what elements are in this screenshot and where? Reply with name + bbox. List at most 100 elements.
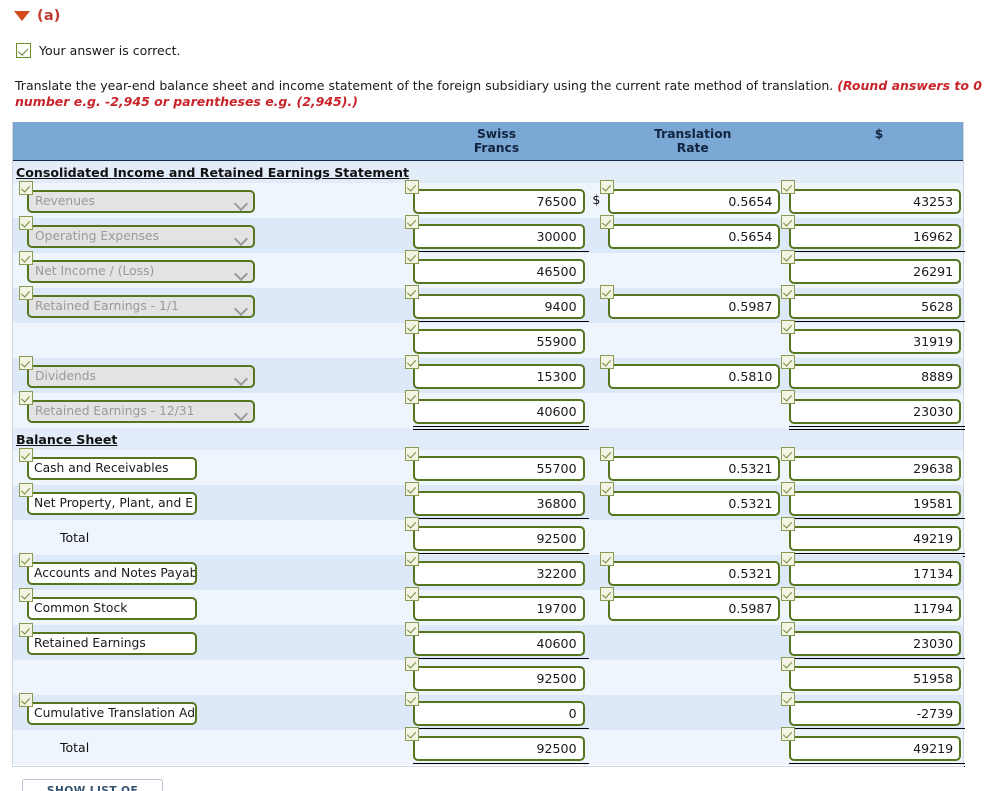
dollars-input[interactable]: 31919 bbox=[789, 329, 962, 354]
account-text-input[interactable]: Accounts and Notes Payab bbox=[27, 562, 197, 585]
dollars-field[interactable]: 16962 bbox=[781, 215, 962, 249]
swiss-francs-field[interactable]: 92500 bbox=[404, 517, 585, 551]
dollars-input[interactable]: 5628 bbox=[789, 294, 962, 319]
account-select[interactable]: Operating Expenses bbox=[27, 225, 255, 248]
swiss-francs-field[interactable]: 40600 bbox=[404, 390, 585, 424]
swiss-francs-input[interactable]: 40600 bbox=[412, 399, 585, 424]
swiss-francs-field[interactable]: 30000 bbox=[404, 215, 585, 249]
dollars-field[interactable]: 51958 bbox=[781, 657, 962, 691]
swiss-francs-input[interactable]: 9400 bbox=[412, 294, 585, 319]
dollars-field[interactable]: -2739 bbox=[781, 692, 962, 726]
swiss-francs-input[interactable]: 40600 bbox=[412, 631, 585, 656]
translation-rate-input[interactable]: 0.5321 bbox=[608, 491, 781, 516]
account-select[interactable]: Dividends bbox=[27, 365, 255, 388]
translation-rate-field[interactable]: 0.5987 bbox=[600, 285, 781, 319]
translation-rate-input[interactable]: 0.5654 bbox=[608, 189, 781, 214]
dollars-input[interactable]: 51958 bbox=[789, 666, 962, 691]
account-text-field[interactable]: Retained Earnings bbox=[19, 623, 197, 655]
dollars-field[interactable]: 23030 bbox=[781, 390, 962, 424]
swiss-francs-field[interactable]: 55900 bbox=[404, 320, 585, 354]
swiss-francs-input[interactable]: 76500 bbox=[412, 189, 585, 214]
dollars-field[interactable]: 29638 bbox=[781, 447, 962, 481]
show-list-of-accounts-button[interactable]: SHOW LIST OF ACCOUNTS bbox=[22, 779, 163, 791]
swiss-francs-field[interactable]: 36800 bbox=[404, 482, 585, 516]
account-text-input[interactable]: Cumulative Translation Ad bbox=[27, 702, 197, 725]
translation-rate-field[interactable]: 0.5321 bbox=[600, 552, 781, 586]
swiss-francs-field[interactable]: 15300 bbox=[404, 355, 585, 389]
swiss-francs-field[interactable]: 0 bbox=[404, 692, 585, 726]
dollars-input[interactable]: 49219 bbox=[789, 736, 962, 761]
account-text-input[interactable]: Common Stock bbox=[27, 597, 197, 620]
swiss-francs-field[interactable]: 32200 bbox=[404, 552, 585, 586]
dollars-field[interactable]: 19581 bbox=[781, 482, 962, 516]
swiss-francs-input[interactable]: 19700 bbox=[412, 596, 585, 621]
dollars-field[interactable]: 23030 bbox=[781, 622, 962, 656]
swiss-francs-input[interactable]: 36800 bbox=[412, 491, 585, 516]
dollars-input[interactable]: 26291 bbox=[789, 259, 962, 284]
dollars-input[interactable]: 11794 bbox=[789, 596, 962, 621]
account-select-field[interactable]: Retained Earnings - 12/31 bbox=[19, 391, 255, 423]
translation-rate-input[interactable]: 0.5321 bbox=[608, 456, 781, 481]
swiss-francs-input[interactable]: 15300 bbox=[412, 364, 585, 389]
translation-rate-field[interactable]: 0.5321 bbox=[600, 447, 781, 481]
account-text-field[interactable]: Common Stock bbox=[19, 588, 197, 620]
account-text-field[interactable]: Cumulative Translation Ad bbox=[19, 693, 197, 725]
account-text-field[interactable]: Accounts and Notes Payab bbox=[19, 553, 197, 585]
swiss-francs-input[interactable]: 32200 bbox=[412, 561, 585, 586]
swiss-francs-field[interactable]: 76500 bbox=[404, 180, 585, 214]
account-select-field[interactable]: Dividends bbox=[19, 356, 255, 388]
dollars-field[interactable]: 17134 bbox=[781, 552, 962, 586]
swiss-francs-input[interactable]: 0 bbox=[412, 701, 585, 726]
swiss-francs-field[interactable]: 55700 bbox=[404, 447, 585, 481]
account-select-field[interactable]: Revenues bbox=[19, 181, 255, 213]
swiss-francs-input[interactable]: 92500 bbox=[412, 736, 585, 761]
dollars-input[interactable]: 23030 bbox=[789, 631, 962, 656]
account-select-field[interactable]: Operating Expenses bbox=[19, 216, 255, 248]
translation-rate-input[interactable]: 0.5987 bbox=[608, 596, 781, 621]
account-text-field[interactable]: Net Property, Plant, and E bbox=[19, 483, 197, 515]
dollars-field[interactable]: 49219 bbox=[781, 727, 962, 761]
account-text-input[interactable]: Cash and Receivables bbox=[27, 457, 197, 480]
swiss-francs-input[interactable]: 30000 bbox=[412, 224, 585, 249]
account-select[interactable]: Retained Earnings - 1/1 bbox=[27, 295, 255, 318]
account-select-field[interactable]: Net Income / (Loss) bbox=[19, 251, 255, 283]
dollars-field[interactable]: 8889 bbox=[781, 355, 962, 389]
dollars-field[interactable]: 31919 bbox=[781, 320, 962, 354]
dollars-field[interactable]: 26291 bbox=[781, 250, 962, 284]
swiss-francs-field[interactable]: 92500 bbox=[404, 657, 585, 691]
account-select[interactable]: Retained Earnings - 12/31 bbox=[27, 400, 255, 423]
swiss-francs-field[interactable]: 46500 bbox=[404, 250, 585, 284]
dollars-field[interactable]: 11794 bbox=[781, 587, 962, 621]
translation-rate-field[interactable]: 0.5654 bbox=[600, 180, 781, 214]
translation-rate-input[interactable]: 0.5987 bbox=[608, 294, 781, 319]
swiss-francs-field[interactable]: 19700 bbox=[404, 587, 585, 621]
account-select-field[interactable]: Retained Earnings - 1/1 bbox=[19, 286, 255, 318]
dollars-input[interactable]: 19581 bbox=[789, 491, 962, 516]
dollars-input[interactable]: -2739 bbox=[789, 701, 962, 726]
translation-rate-field[interactable]: 0.5321 bbox=[600, 482, 781, 516]
dollars-field[interactable]: 43253 bbox=[781, 180, 962, 214]
translation-rate-field[interactable]: 0.5987 bbox=[600, 587, 781, 621]
dollars-input[interactable]: 49219 bbox=[789, 526, 962, 551]
swiss-francs-input[interactable]: 46500 bbox=[412, 259, 585, 284]
swiss-francs-input[interactable]: 55900 bbox=[412, 329, 585, 354]
dollars-input[interactable]: 8889 bbox=[789, 364, 962, 389]
swiss-francs-input[interactable]: 92500 bbox=[412, 526, 585, 551]
translation-rate-field[interactable]: 0.5654 bbox=[600, 215, 781, 249]
translation-rate-field[interactable]: 0.5810 bbox=[600, 355, 781, 389]
swiss-francs-input[interactable]: 92500 bbox=[412, 666, 585, 691]
account-text-field[interactable]: Cash and Receivables bbox=[19, 448, 197, 480]
dollars-input[interactable]: 29638 bbox=[789, 456, 962, 481]
account-text-input[interactable]: Retained Earnings bbox=[27, 632, 197, 655]
dollars-input[interactable]: 23030 bbox=[789, 399, 962, 424]
account-text-input[interactable]: Net Property, Plant, and E bbox=[27, 492, 197, 515]
dollars-input[interactable]: 17134 bbox=[789, 561, 962, 586]
dollars-field[interactable]: 5628 bbox=[781, 285, 962, 319]
translation-rate-input[interactable]: 0.5321 bbox=[608, 561, 781, 586]
swiss-francs-field[interactable]: 40600 bbox=[404, 622, 585, 656]
dollars-field[interactable]: 49219 bbox=[781, 517, 962, 551]
swiss-francs-input[interactable]: 55700 bbox=[412, 456, 585, 481]
dollars-input[interactable]: 43253 bbox=[789, 189, 962, 214]
dollars-input[interactable]: 16962 bbox=[789, 224, 962, 249]
translation-rate-input[interactable]: 0.5810 bbox=[608, 364, 781, 389]
